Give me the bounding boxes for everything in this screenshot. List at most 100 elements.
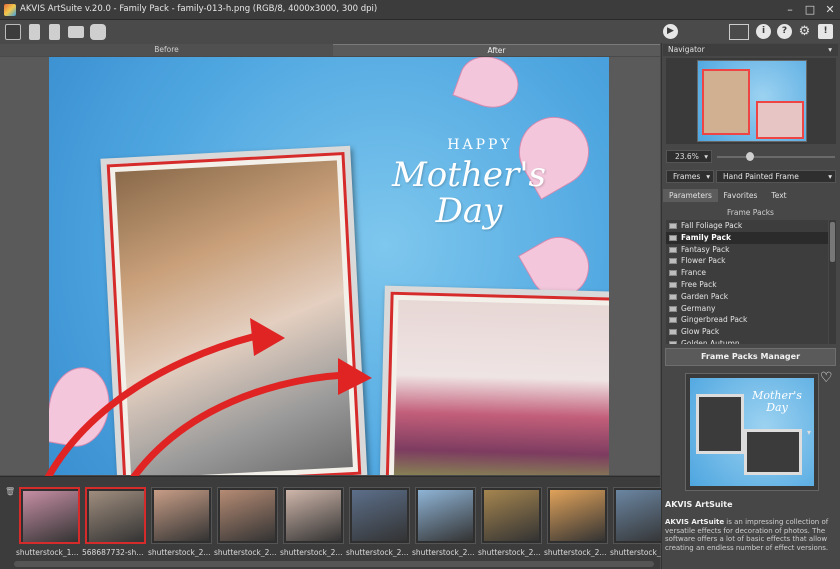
info-description: AKVIS ArtSuite is an impressing collecti…: [665, 518, 837, 552]
panel-layout-icon[interactable]: [729, 24, 749, 40]
pack-icon: [669, 258, 677, 265]
thumbnail-label: shutterstock_1...: [16, 548, 79, 557]
frames-category-select[interactable]: Frames ▾: [666, 170, 714, 183]
thumbnail-label: shutterstock_2...: [544, 548, 607, 557]
pack-icon: [669, 270, 677, 277]
arrow-head-1: [250, 318, 285, 356]
thumbnail-image: [23, 491, 78, 542]
info-icon[interactable]: i: [756, 24, 771, 39]
minimize-icon[interactable]: –: [782, 3, 798, 17]
frame-pack-label: Garden Pack: [681, 291, 729, 301]
pack-icon: [669, 282, 677, 288]
pack-icon: [669, 329, 677, 336]
filmstrip-thumbnail[interactable]: [349, 487, 410, 544]
frame-select[interactable]: Hand Painted Frame ▾: [716, 170, 836, 183]
navigator-title: Navigator: [668, 45, 705, 54]
tab-parameters[interactable]: Parameters: [663, 189, 718, 202]
frame-pack-label: Germany: [681, 303, 716, 313]
tab-favorites[interactable]: Favorites: [718, 189, 763, 202]
filmstrip-thumbnail[interactable]: [283, 487, 344, 544]
tab-text[interactable]: Text: [763, 189, 795, 202]
pack-icon: [669, 293, 677, 300]
thumbnail-label: shutterstock_2...: [412, 548, 475, 557]
thumbnail-label: 568687732-sh...: [82, 548, 144, 557]
frame-pack-label: Fall Foliage Pack: [681, 221, 743, 230]
settings-icon[interactable]: ⚙: [797, 24, 812, 39]
chevron-down-icon: ▾: [828, 172, 832, 181]
filmstrip-thumbnail[interactable]: [151, 487, 212, 544]
pack-icon: [669, 305, 677, 312]
filmstrip-scrollbar[interactable]: [14, 561, 654, 567]
navigator-thumbnail[interactable]: [697, 60, 807, 142]
pack-icon: [669, 317, 677, 324]
frame-pack-item[interactable]: Fall Foliage Pack: [666, 220, 828, 232]
arrow-head-2: [338, 358, 372, 395]
preview-title: Mother's Day: [752, 389, 802, 414]
navigator-header: Navigator ▾: [663, 44, 838, 56]
thumbnail-image: [484, 490, 539, 541]
collapse-icon[interactable]: ▾: [828, 44, 832, 56]
maximize-icon[interactable]: □: [802, 3, 818, 17]
pack-icon: [669, 246, 677, 253]
frame-pack-item[interactable]: France: [666, 267, 828, 279]
thumbnail-image: [154, 490, 209, 541]
thumbnail-image: [352, 490, 407, 541]
filmstrip-thumbnail[interactable]: [19, 487, 80, 544]
trash-icon[interactable]: 🗑: [5, 487, 15, 496]
pack-icon: [669, 234, 677, 241]
thumbnail-label: shutterstock_2...: [214, 548, 277, 557]
frame-pack-item[interactable]: Free Pack: [666, 279, 828, 291]
pack-icon: [669, 341, 677, 344]
thumbnail-image: [89, 491, 144, 542]
thumbnail-image: [220, 490, 275, 541]
frame-pack-label: Golden Autumn: [681, 339, 740, 344]
frame-pack-item[interactable]: Garden Pack: [666, 291, 828, 303]
thumbnail-image: [418, 490, 473, 541]
zoom-value: 23.6%: [675, 152, 699, 161]
filmstrip-thumbnail[interactable]: [481, 487, 542, 544]
filmstrip-thumbnail[interactable]: [415, 487, 476, 544]
frame-pack-label: France: [681, 268, 706, 278]
thumbnail-image: [550, 490, 605, 541]
frame-packs-title: Frame Packs: [727, 208, 774, 217]
zoom-select[interactable]: 23.6% ▾: [666, 150, 712, 163]
filmstrip-thumbnail[interactable]: [217, 487, 278, 544]
frame-pack-item[interactable]: Glow Pack: [666, 326, 828, 338]
thumbnail-label: shutterstock_2...: [280, 548, 343, 557]
packs-scrollbar[interactable]: [829, 220, 836, 344]
zoom-slider-handle[interactable]: [746, 152, 754, 161]
info-title: AKVIS ArtSuite: [665, 500, 733, 509]
feedback-icon[interactable]: !: [818, 24, 833, 39]
frame-value: Hand Painted Frame: [723, 172, 799, 181]
filmstrip-thumbnail[interactable]: [547, 487, 608, 544]
frame-pack-item[interactable]: Golden Autumn: [666, 338, 828, 344]
frame-preview[interactable]: Mother's Day: [685, 373, 819, 491]
frame-pack-item[interactable]: Flower Pack: [666, 255, 828, 267]
zoom-slider[interactable]: [717, 156, 835, 158]
frame-pack-item[interactable]: Fantasy Pack: [666, 244, 828, 256]
close-icon[interactable]: ✕: [822, 3, 838, 17]
frame-pack-label: Fantasy Pack: [681, 244, 730, 254]
filmstrip-thumbnail[interactable]: [85, 487, 146, 544]
frame-pack-label: Family Pack: [681, 232, 731, 242]
info-bold: AKVIS ArtSuite: [665, 518, 725, 526]
frame-pack-item[interactable]: Family Pack: [666, 231, 828, 244]
chevron-down-icon[interactable]: ▾: [807, 428, 811, 437]
thumbnail-label: shutterstock_2...: [148, 548, 211, 557]
thumbnail-image: [286, 490, 341, 541]
thumbnail-label: shutterstock_2...: [346, 548, 409, 557]
chevron-down-icon: ▾: [706, 172, 710, 181]
favorite-heart-icon[interactable]: ♡: [820, 371, 834, 385]
frame-pack-item[interactable]: Gingerbread Pack: [666, 314, 828, 326]
frame-pack-item[interactable]: Germany: [666, 303, 828, 315]
thumbnail-label: shutterstock_2...: [478, 548, 541, 557]
run-icon[interactable]: ▶: [663, 24, 678, 39]
frames-category-value: Frames: [673, 172, 701, 181]
frame-packs-list[interactable]: Fall Foliage Pack Family Pack Fantasy Pack…: [666, 220, 828, 344]
frame-pack-label: Gingerbread Pack: [681, 315, 748, 325]
frame-packs-manager-button[interactable]: Frame Packs Manager: [665, 348, 836, 366]
frame-pack-label: Glow Pack: [681, 327, 720, 337]
pack-icon: [669, 223, 677, 229]
help-icon[interactable]: ?: [777, 24, 792, 39]
chevron-down-icon: ▾: [704, 152, 708, 161]
